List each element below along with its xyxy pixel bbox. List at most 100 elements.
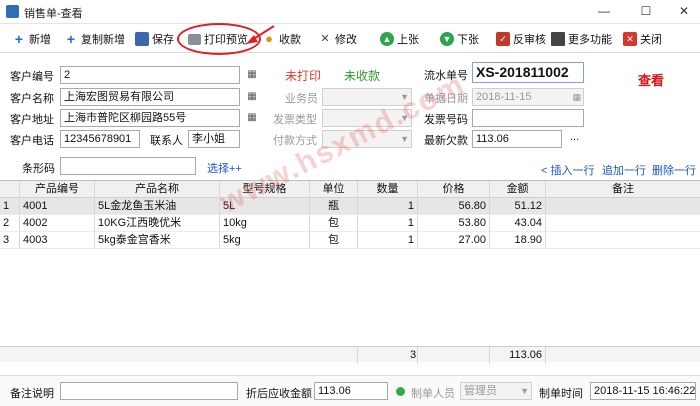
browse-icon[interactable]: ▦ — [245, 111, 259, 125]
toolbar: + 新增 + 复制新增 保存 打印预览 ● 收款 ✕ 修改 ▲ 上张 ▼ 下张 … — [0, 25, 700, 53]
delete-row-link[interactable]: 删除一行 — [652, 162, 696, 178]
row-number-header — [0, 181, 20, 198]
total-qty: 3 — [358, 347, 418, 364]
qty-cell[interactable]: 1 — [358, 198, 418, 215]
qty-cell[interactable]: 1 — [358, 232, 418, 249]
column-header[interactable]: 备注 — [546, 181, 700, 198]
grid-total-row: 3 113.06 — [0, 346, 700, 364]
remark-label: 备注说明 — [10, 388, 54, 400]
contact-field[interactable]: 李小姐 — [188, 130, 240, 148]
total-spacer — [418, 347, 490, 364]
create-time-field[interactable]: 2018-11-15 16:46:22 — [590, 382, 696, 400]
customer-name-field[interactable]: 上海宏图贸易有限公司 — [60, 88, 240, 106]
insert-row-link[interactable]: < 插入一行 — [541, 162, 594, 178]
column-header[interactable]: 数量 — [358, 181, 418, 198]
amount-cell[interactable]: 43.04 — [490, 215, 546, 232]
browse-icon[interactable]: ▦ — [245, 68, 259, 82]
copy-add-button[interactable]: + 复制新增 — [64, 30, 125, 48]
minimize-button[interactable]: — — [590, 2, 618, 20]
row-number: 2 — [0, 215, 20, 232]
close-button[interactable]: ✕ 关闭 — [623, 30, 662, 48]
qty-cell[interactable]: 1 — [358, 215, 418, 232]
items-grid: 产品编号 产品名称 型号规格 单位 数量 价格 金额 备注 1 4001 5L金… — [0, 180, 700, 364]
more-debt-button[interactable]: ... — [570, 131, 579, 143]
create-time-label: 制单时间 — [539, 388, 583, 400]
column-header[interactable]: 单位 — [310, 181, 358, 198]
column-header[interactable]: 产品名称 — [95, 181, 220, 198]
title-bar: 销售单-查看 — ☐ ✕ — [0, 0, 700, 24]
add-button[interactable]: + 新增 — [12, 30, 51, 48]
prev-button[interactable]: ▲ 上张 — [380, 30, 419, 48]
remark-cell[interactable] — [546, 198, 700, 215]
more-functions-button[interactable]: 更多功能 — [551, 30, 612, 48]
customer-phone-field[interactable]: 12345678901 — [60, 130, 140, 148]
unit-cell[interactable]: 包 — [310, 232, 358, 249]
creator-select[interactable]: 管理员 ▼ — [460, 382, 532, 400]
spec-cell[interactable]: 5kg — [220, 232, 310, 249]
chevron-down-icon: ▼ — [520, 386, 529, 396]
arrow-up-icon: ▲ — [380, 32, 394, 46]
modify-button[interactable]: ✕ 修改 — [318, 30, 357, 48]
latest-debt-label: 最新欠款 — [424, 135, 468, 147]
window-title: 销售单-查看 — [24, 8, 83, 20]
price-cell[interactable]: 56.80 — [418, 198, 490, 215]
grid-header: 产品编号 产品名称 型号规格 单位 数量 价格 金额 备注 — [0, 181, 700, 198]
amount-cell[interactable]: 51.12 — [490, 198, 546, 215]
append-row-link[interactable]: 追加一行 — [602, 162, 646, 178]
column-header[interactable]: 产品编号 — [20, 181, 95, 198]
table-row[interactable]: 2 4002 10KG江西晚优米 10kg 包 1 53.80 43.04 — [0, 215, 700, 232]
discount-amount-field[interactable]: 113.06 — [314, 382, 388, 400]
status-dot-icon — [396, 387, 405, 396]
table-row[interactable]: 1 4001 5L金龙鱼玉米油 5L 瓶 1 56.80 51.12 — [0, 198, 700, 215]
remark-cell[interactable] — [546, 215, 700, 232]
product-code-cell[interactable]: 4003 — [20, 232, 95, 249]
unit-cell[interactable]: 包 — [310, 215, 358, 232]
next-button[interactable]: ▼ 下张 — [440, 30, 479, 48]
product-code-cell[interactable]: 4002 — [20, 215, 95, 232]
tools-icon: ✕ — [320, 33, 330, 45]
product-name-cell[interactable]: 10KG江西晚优米 — [95, 215, 220, 232]
receive-status-text: 未收款 — [344, 69, 381, 83]
invoice-no-field[interactable] — [472, 109, 584, 127]
remark-field[interactable] — [60, 382, 238, 400]
amount-cell[interactable]: 18.90 — [490, 232, 546, 249]
customer-code-field[interactable]: 2 — [60, 66, 240, 84]
serial-no-field[interactable]: XS-201811002 — [472, 62, 584, 83]
column-header[interactable]: 价格 — [418, 181, 490, 198]
browse-icon[interactable]: ▦ — [245, 90, 259, 104]
total-spacer — [0, 347, 358, 364]
table-row[interactable]: 3 4003 5kg泰金宫香米 5kg 包 1 27.00 18.90 — [0, 232, 700, 249]
invoice-type-label: 发票类型 — [273, 114, 317, 126]
plus-icon: + — [14, 31, 24, 47]
latest-debt-field[interactable]: 113.06 — [472, 130, 562, 148]
print-status-text: 未打印 — [285, 69, 322, 83]
unit-cell[interactable]: 瓶 — [310, 198, 358, 215]
customer-address-field[interactable]: 上海市普陀区柳园路55号 — [60, 109, 240, 127]
reverse-audit-button[interactable]: ✓ 反审核 — [496, 30, 546, 48]
price-cell[interactable]: 27.00 — [418, 232, 490, 249]
row-number: 1 — [0, 198, 20, 215]
remark-cell[interactable] — [546, 232, 700, 249]
column-header[interactable]: 金额 — [490, 181, 546, 198]
barcode-input[interactable] — [60, 157, 196, 175]
doc-date-field[interactable]: 2018-11-15 ▦ — [472, 88, 584, 106]
barcode-label: 条形码 — [22, 163, 55, 175]
calendar-icon[interactable]: ▦ — [572, 89, 581, 105]
product-name-cell[interactable]: 5L金龙鱼玉米油 — [95, 198, 220, 215]
row-number: 3 — [0, 232, 20, 249]
select-more-link[interactable]: 选择++ — [207, 160, 242, 176]
maximize-button[interactable]: ☐ — [632, 2, 660, 20]
page-mode-label: 查看 — [638, 74, 665, 89]
save-button[interactable]: 保存 — [135, 30, 174, 48]
arrow-down-icon: ▼ — [440, 32, 454, 46]
price-cell[interactable]: 53.80 — [418, 215, 490, 232]
save-icon — [135, 32, 149, 46]
audit-icon: ✓ — [496, 32, 510, 46]
app-icon — [6, 5, 19, 18]
plus-icon: + — [66, 31, 76, 47]
customer-code-label: 客户编号 — [10, 71, 54, 83]
product-code-cell[interactable]: 4001 — [20, 198, 95, 215]
close-window-button[interactable]: ✕ — [670, 2, 698, 20]
product-name-cell[interactable]: 5kg泰金宫香米 — [95, 232, 220, 249]
contact-label: 联系人 — [150, 135, 183, 147]
